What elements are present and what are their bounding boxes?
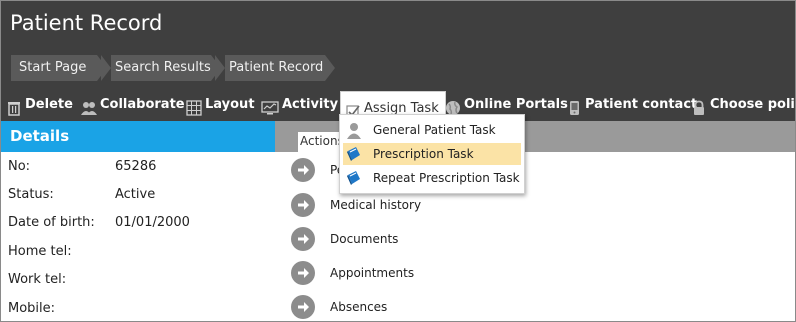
breadcrumb-label: Search Results: [115, 60, 211, 75]
details-panel: No: 65286 Status: Active Date of birth: 01/…: [1, 152, 275, 321]
action-item-absences[interactable]: Absences: [291, 295, 387, 319]
collaborate-label: Collaborate: [100, 97, 185, 112]
field-mobile: Mobile:: [8, 301, 115, 316]
action-label: Absences: [330, 300, 388, 314]
action-label: Documents: [330, 232, 399, 246]
patient-contact-button[interactable]: Patient contact: [566, 89, 697, 121]
action-item-appointments[interactable]: Appointments: [291, 261, 414, 285]
arrow-right-icon: [291, 261, 315, 285]
users-icon: [81, 97, 97, 115]
delete-label: Delete: [25, 97, 73, 112]
trash-icon: [6, 97, 22, 116]
action-item-documents[interactable]: Documents: [291, 227, 398, 251]
field-label: Work tel:: [8, 272, 67, 287]
arrow-right-icon: [291, 193, 315, 217]
action-item-pe[interactable]: Pe: [291, 158, 344, 182]
details-heading: Details: [1, 121, 275, 152]
patient-record-window: Patient Record Start Page Search Results…: [0, 0, 796, 322]
field-value: Active: [115, 187, 156, 202]
arrow-right-icon: [291, 295, 315, 319]
globe-icon: [445, 97, 461, 115]
person-icon: [345, 121, 363, 139]
layout-label: Layout: [205, 97, 255, 112]
menu-item-repeat-prescription-task[interactable]: Repeat Prescription Task: [343, 167, 521, 189]
arrow-right-icon: [291, 158, 315, 182]
assign-task-dropdown: General Patient Task Prescription Task R…: [339, 114, 525, 194]
layout-button[interactable]: Layout: [186, 89, 255, 121]
app-header: Patient Record Start Page Search Results…: [1, 1, 795, 89]
menu-item-general-patient-task[interactable]: General Patient Task: [343, 119, 521, 141]
delete-button[interactable]: Delete: [6, 89, 73, 121]
activity-button[interactable]: Activity: [261, 89, 338, 121]
action-label: Appointments: [330, 266, 415, 280]
breadcrumb: Start Page Search Results Patient Record: [11, 55, 335, 81]
field-number: No: 65286: [8, 159, 156, 174]
field-date-of-birth: Date of birth: 01/01/2000: [8, 215, 190, 230]
field-value: 01/01/2000: [115, 215, 190, 230]
field-label: Home tel:: [8, 244, 72, 259]
field-label: Mobile:: [8, 301, 56, 316]
menu-item-label: General Patient Task: [373, 123, 496, 137]
breadcrumb-start-page[interactable]: Start Page: [11, 55, 107, 81]
activity-monitor-icon: [261, 97, 279, 115]
breadcrumb-patient-record[interactable]: Patient Record: [215, 55, 335, 81]
breadcrumb-label: Patient Record: [229, 60, 324, 75]
menu-item-prescription-task[interactable]: Prescription Task: [343, 143, 521, 165]
breadcrumb-search-results[interactable]: Search Results: [101, 55, 221, 81]
lock-icon: [691, 97, 707, 115]
choose-policy-label: Choose policy: [710, 97, 795, 112]
menu-item-label: Prescription Task: [373, 147, 474, 161]
field-label: Status:: [8, 187, 54, 202]
field-home-tel: Home tel:: [8, 244, 115, 259]
patient-contact-label: Patient contact: [585, 97, 698, 112]
arrow-right-icon: [291, 227, 315, 251]
breadcrumb-label: Start Page: [19, 60, 87, 75]
grid-layout-icon: [186, 97, 202, 116]
mobile-phone-icon: [566, 97, 582, 115]
menu-item-label: Repeat Prescription Task: [373, 171, 520, 185]
choose-policy-button[interactable]: Choose policy: [691, 89, 795, 121]
field-value: 65286: [115, 159, 157, 174]
collaborate-button[interactable]: Collaborate: [81, 89, 185, 121]
prescription-book-icon: [345, 145, 363, 163]
page-title: Patient Record: [10, 11, 163, 35]
field-status: Status: Active: [8, 187, 155, 202]
field-label: No:: [8, 159, 31, 174]
activity-label: Activity: [282, 97, 339, 112]
action-label: Medical history: [330, 198, 422, 212]
field-work-tel: Work tel:: [8, 272, 115, 287]
action-item-medical-history[interactable]: Medical history: [291, 193, 421, 217]
prescription-book-icon: [345, 169, 363, 187]
field-label: Date of birth:: [8, 215, 95, 230]
